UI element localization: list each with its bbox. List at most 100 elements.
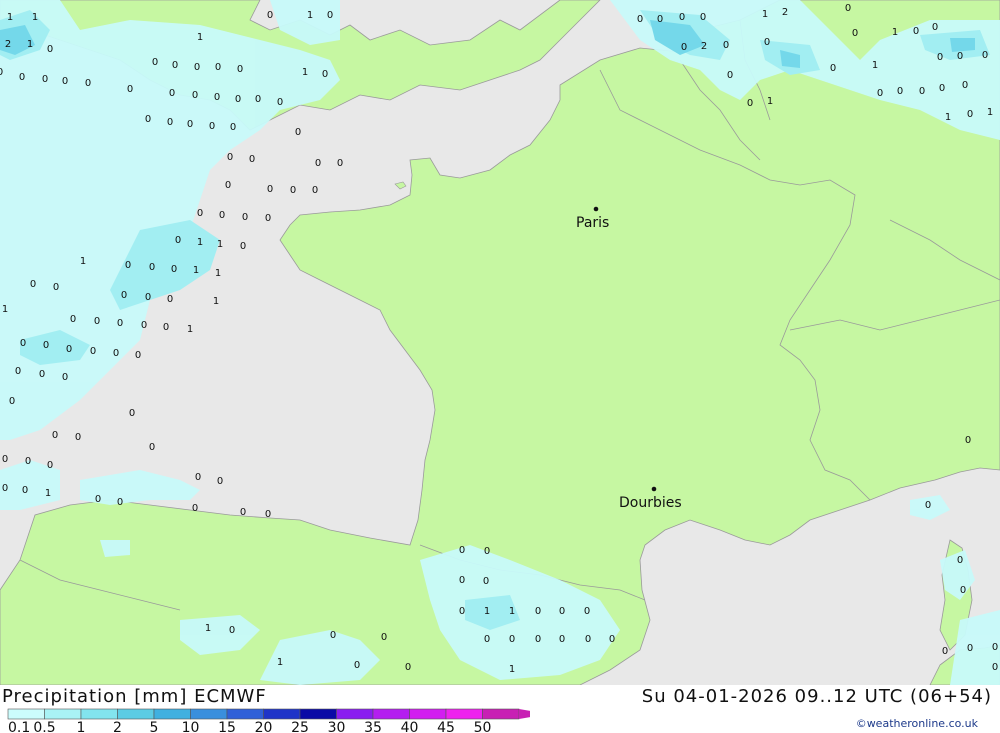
precip-value-label: 0 [330,630,336,641]
precip-value-label: 0 [459,545,465,556]
precip-value-label: 0 [25,456,31,467]
legend-tick-label: 0.1 [8,720,30,733]
precip-value-label: 0 [265,213,271,224]
precip-value-label: 0 [227,152,233,163]
legend-tick-label: 20 [255,720,273,733]
precip-value-label: 1 [509,664,515,675]
precip-value-label: 2 [701,41,707,52]
precip-value-label: 0 [53,282,59,293]
precip-value-label: 0 [942,646,948,657]
precip-value-label: 0 [43,340,49,351]
precip-value-label: 0 [167,294,173,305]
precip-value-label: 0 [535,634,541,645]
legend-swatch [44,708,82,720]
precip-value-label: 0 [327,10,333,21]
precip-value-label: 0 [509,634,515,645]
precip-value-label: 0 [337,158,343,169]
precip-value-label: 1 [987,107,993,118]
precip-legend: 0.1 0.5 1 2 5 10 15 20 25 30 35 40 45 50 [7,708,530,733]
legend-swatch [226,708,264,720]
precip-value-label: 0 [47,460,53,471]
precip-value-label: 0 [312,185,318,196]
precip-value-label: 0 [129,408,135,419]
precip-value-label: 0 [214,92,220,103]
precip-value-label: 0 [727,70,733,81]
precip-value-label: 0 [121,290,127,301]
precip-value-label: 0 [9,396,15,407]
legend-swatch [263,708,301,720]
precip-value-label: 0 [484,546,490,557]
precip-value-label: 0 [15,366,21,377]
precip-value-label: 0 [141,320,147,331]
map-title: Precipitation [mm] ECMWF [2,686,267,707]
precip-value-label: 0 [483,576,489,587]
precip-value-label: 0 [459,606,465,617]
precip-value-label: 0 [960,585,966,596]
legend-tick-label: 25 [291,720,309,733]
legend-swatch [336,708,374,720]
precip-value-label: 1 [193,265,199,276]
precip-value-label: 0 [637,14,643,25]
precip-value-label: 0 [937,52,943,63]
valid-time: Su 04-01-2026 09..12 UTC (06+54) [641,686,992,707]
precip-value-label: 0 [354,660,360,671]
precip-value-label: 0 [225,180,231,191]
precip-value-label: 0 [992,642,998,653]
precip-value-label: 0 [237,64,243,75]
precip-value-label: 1 [215,268,221,279]
precip-value-label: 1 [509,606,515,617]
precip-value-label: 0 [62,372,68,383]
precip-value-label: 0 [585,634,591,645]
credit-link[interactable]: ©weatheronline.co.uk [856,717,978,730]
precip-value-label: 1 [762,9,768,20]
precip-value-label: 0 [877,88,883,99]
precip-value-label: 0 [125,260,131,271]
precip-value-label: 0 [94,316,100,327]
precip-value-label: 0 [484,634,490,645]
precip-value-label: 0 [70,314,76,325]
legend-swatch [190,708,228,720]
precip-value-label: 0 [2,454,8,465]
precip-value-label: 0 [965,435,971,446]
precip-value-label: 1 [32,12,38,23]
precip-value-label: 0 [679,12,685,23]
precip-value-label: 0 [230,122,236,133]
precip-value-label: 0 [19,72,25,83]
legend-tick-label: 0.5 [33,720,55,733]
precip-value-label: 0 [723,40,729,51]
precip-value-label: 0 [459,575,465,586]
precip-value-label: 0 [172,60,178,71]
precip-value-label: 0 [117,318,123,329]
precip-value-label: 0 [219,210,225,221]
city-label: Paris [576,215,609,231]
precip-value-label: 1 [187,324,193,335]
legend-swatch [117,708,155,720]
precip-value-label: 0 [405,662,411,673]
precip-value-label: 0 [267,184,273,195]
precip-value-label: 0 [52,430,58,441]
precip-value-label: 0 [957,555,963,566]
precip-value-label: 1 [484,606,490,617]
precip-value-label: 1 [7,12,13,23]
legend-swatch [299,708,337,720]
precip-value-label: 0 [194,62,200,73]
precip-value-label: 0 [315,158,321,169]
legend-swatch [153,708,191,720]
legend-tick-label: 15 [218,720,236,733]
precip-value-label: 0 [982,50,988,61]
precip-value-label: 0 [242,212,248,223]
precip-value-label: 0 [830,63,836,74]
map-footer: Precipitation [mm] ECMWF Su 04-01-2026 0… [0,685,1000,733]
precip-value-label: 0 [192,90,198,101]
precip-value-label: 0 [90,346,96,357]
precip-value-label: 0 [939,83,945,94]
precip-value-label: 1 [945,112,951,123]
precip-value-label: 0 [39,369,45,380]
precip-value-label: 0 [897,86,903,97]
precip-value-label: 0 [277,97,283,108]
precip-value-label: 0 [149,262,155,273]
precip-value-label: 1 [197,32,203,43]
precip-value-label: 0 [187,119,193,130]
precip-value-label: 0 [197,208,203,219]
precip-value-label: 0 [229,625,235,636]
